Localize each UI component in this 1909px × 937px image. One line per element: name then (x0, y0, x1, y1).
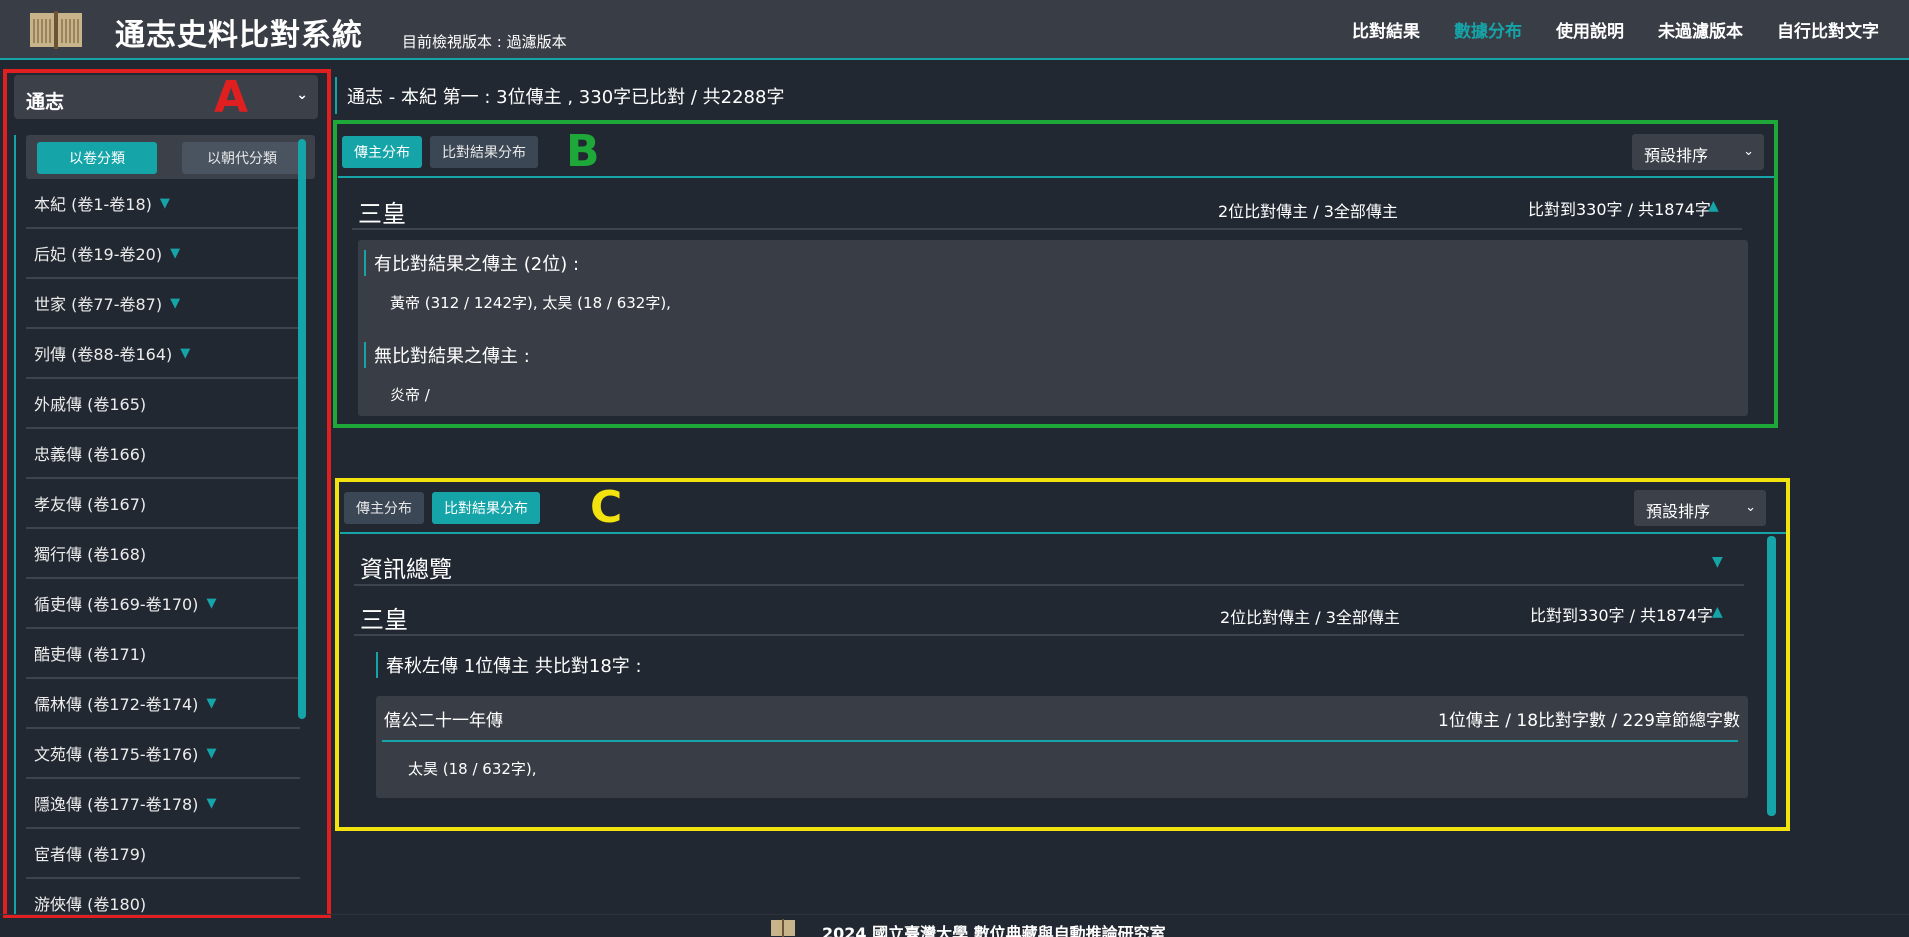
top-header: 通志史料比對系統 目前檢視版本 : 過濾版本 比對結果 數據分布 使用說明 未過… (0, 0, 1909, 60)
book-logo-icon (771, 919, 795, 937)
annotation-box-b (333, 120, 1778, 428)
app-title: 通志史料比對系統 (115, 18, 363, 53)
nav-instructions[interactable]: 使用說明 (1556, 17, 1624, 42)
annotation-label-c: C (590, 482, 623, 533)
annotation-box-a (3, 69, 331, 918)
nav-unfiltered-version[interactable]: 未過濾版本 (1658, 17, 1743, 42)
nav-data-distribution[interactable]: 數據分布 (1454, 17, 1522, 42)
annotation-box-c (335, 478, 1790, 831)
annotation-label-b: B (566, 126, 600, 177)
breadcrumb: 通志 - 本紀 第一 : 3位傳主 , 330字已比對 / 共2288字 (335, 77, 784, 114)
nav-compare-results[interactable]: 比對結果 (1352, 17, 1420, 42)
annotation-label-a: A (214, 72, 249, 123)
footer: 2024 國立臺灣大學 數位典藏與自動推論研究室 (0, 914, 1909, 937)
version-label: 目前檢視版本 : 過濾版本 (402, 33, 567, 51)
book-logo-icon (30, 11, 82, 49)
footer-text: 2024 國立臺灣大學 數位典藏與自動推論研究室 (822, 924, 1166, 937)
main-nav: 比對結果 數據分布 使用說明 未過濾版本 自行比對文字 (1352, 17, 1879, 42)
nav-custom-compare[interactable]: 自行比對文字 (1777, 17, 1879, 42)
